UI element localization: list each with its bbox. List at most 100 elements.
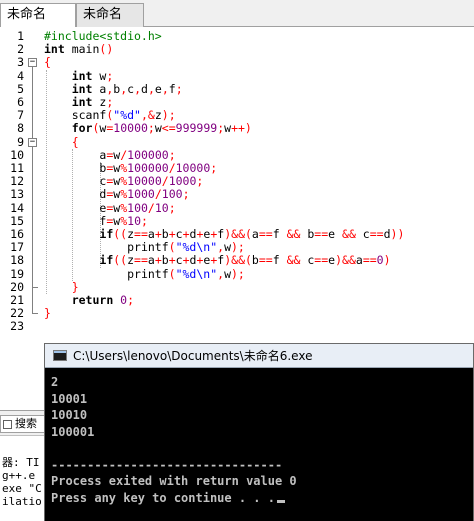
code-line: f=w%10;	[44, 214, 148, 228]
code-token: w	[92, 68, 107, 83]
code-token: );	[231, 240, 245, 255]
code-token: for	[71, 121, 93, 136]
code-line: d=w%1000/100;	[44, 187, 190, 202]
code-token: "%d"	[113, 108, 141, 123]
code-token: ;	[196, 174, 204, 189]
code-token: printf	[127, 240, 169, 255]
code-token: z	[154, 108, 162, 123]
console-output-text: 10001	[51, 391, 88, 406]
code-token: (	[168, 240, 176, 255]
code-line: for(w=10000;w<=999999;w++)	[44, 122, 252, 135]
code-token: 1000	[168, 174, 197, 189]
code-token: a	[147, 253, 155, 268]
console-output-text: 2	[51, 375, 59, 389]
console-output-text: 100001	[51, 424, 95, 439]
code-token: ;	[106, 68, 114, 83]
code-token: );	[231, 266, 245, 281]
console-output-line: --------------------------------	[51, 458, 282, 473]
tab-file-6[interactable]: 未命名6.cpp	[0, 3, 76, 44]
console-output-line: 10001	[51, 392, 87, 407]
search-tab-icon	[3, 420, 12, 429]
fold-toggle-icon[interactable]: −	[28, 58, 37, 68]
code-token: +	[154, 227, 162, 241]
code-token: d	[383, 227, 391, 241]
code-token: f	[272, 253, 280, 268]
code-token: b	[251, 253, 259, 268]
console-title-bar[interactable]: C:\Users\lenovo\Documents\未命名6.exe	[45, 344, 473, 368]
line-number: 19	[10, 266, 24, 281]
code-token: ))	[390, 227, 405, 241]
code-token: ==	[134, 253, 148, 268]
code-line: scanf("%d",&z);	[44, 109, 176, 122]
code-token: c	[175, 227, 183, 241]
code-line: c=w%10000/1000;	[44, 175, 203, 188]
code-token: /	[154, 187, 162, 202]
code-token: ;	[182, 187, 190, 202]
code-line: printf("%d\n",w);	[44, 241, 245, 254]
console-output-text: Process exited with return value 0	[51, 474, 297, 488]
code-token: w	[224, 240, 231, 255]
code-token: c	[362, 227, 370, 241]
code-token: 100000	[127, 161, 169, 175]
code-editor[interactable]: 1 2 3 4 5 6 7 8 9 10 11 12 13 14 15 16 17 18 19 20 21 22 23− − …	[0, 27, 474, 357]
line-number-gutter: 1 2 3 4 5 6 7 8 9 10 11 12 13 14 15 16 17 18 19 20 21 22 23− −	[0, 27, 40, 357]
code-token: ;	[168, 147, 176, 162]
code-token: +	[168, 227, 176, 241]
code-token: ;	[147, 121, 155, 136]
code-token: ==	[314, 227, 329, 241]
code-token: ;	[127, 293, 135, 307]
code-token: ==	[258, 227, 273, 241]
code-token: /	[168, 161, 176, 175]
code-token: d	[141, 81, 148, 96]
code-token: ,	[161, 81, 169, 96]
code-token: )&&	[335, 253, 356, 268]
code-line: int main()	[44, 43, 113, 56]
code-token: 1000	[127, 187, 155, 202]
code-token: 10	[154, 200, 169, 215]
fold-toggle-icon[interactable]: −	[28, 137, 37, 147]
fold-line	[32, 146, 33, 287]
code-token: {	[44, 55, 51, 70]
console-title: C:\Users\lenovo\Documents\未命名6.exe	[73, 349, 313, 363]
code-token: )&&(	[224, 227, 252, 241]
code-token: ;	[210, 161, 218, 175]
code-area[interactable]: #include<stdio.h> int main(){ int w; int …	[44, 27, 474, 357]
code-token: +	[168, 253, 176, 268]
code-token: int	[71, 81, 93, 96]
code-token: +	[154, 253, 162, 268]
console-output: 2 10001 10010 100001 -----------------------…	[45, 369, 473, 521]
code-line: }	[44, 307, 51, 320]
fold-end	[32, 286, 38, 288]
code-token: ==	[258, 253, 273, 268]
code-token: z	[92, 95, 107, 109]
code-token: &&	[279, 253, 308, 268]
code-token: &&	[335, 227, 363, 241]
console-app-icon	[53, 350, 67, 361]
code-token: e	[154, 81, 162, 96]
code-line: a=w/100000;	[44, 147, 176, 162]
code-token: ,	[147, 81, 155, 96]
code-token: 100	[127, 200, 148, 215]
console-output-line: Press any key to continue . . .	[51, 491, 285, 506]
code-line: int w;	[44, 68, 114, 83]
code-token: return	[71, 293, 114, 307]
code-token: ()	[99, 42, 114, 57]
code-token: 100	[161, 187, 183, 202]
code-token: ==	[134, 227, 148, 241]
tab-file-7[interactable]: 未命名7.cpp	[76, 3, 144, 44]
console-window[interactable]: C:\Users\lenovo\Documents\未命名6.exe 2 1000…	[44, 343, 474, 521]
code-token: )	[383, 253, 391, 268]
code-token: b	[161, 253, 169, 268]
console-cursor	[276, 499, 285, 503]
